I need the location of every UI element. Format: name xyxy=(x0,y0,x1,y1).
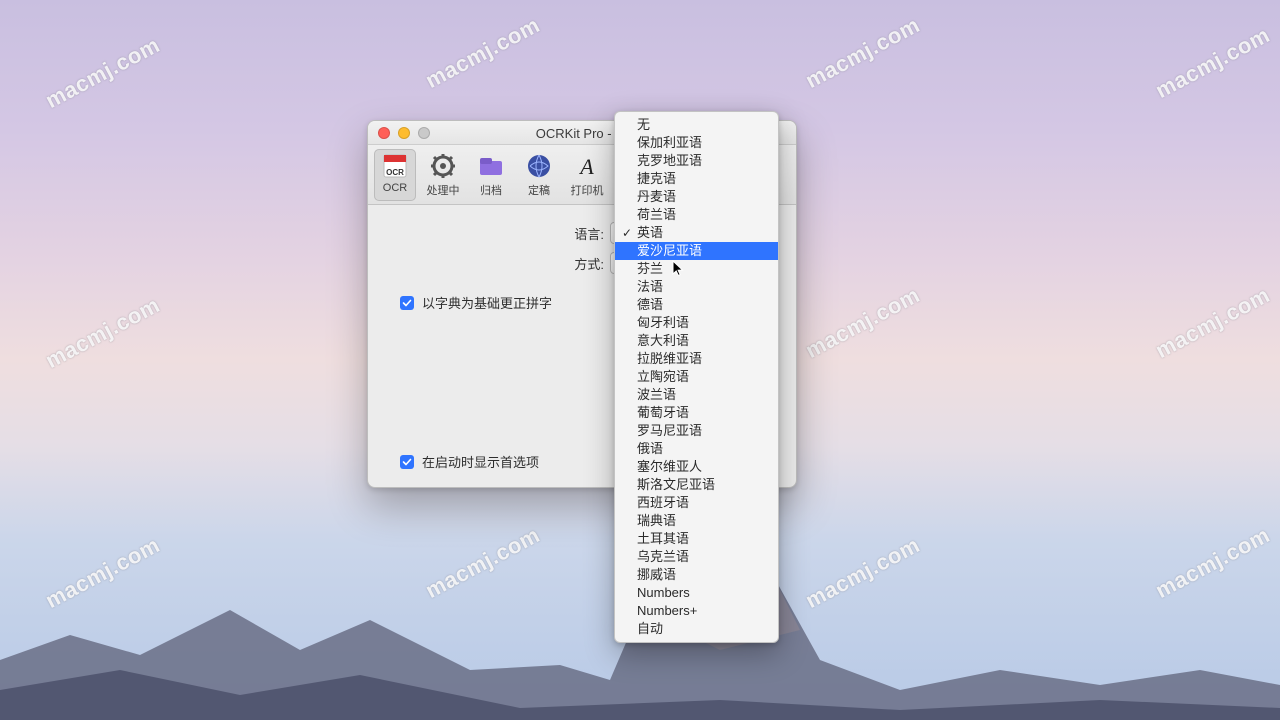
dropdown-item[interactable]: 瑞典语 xyxy=(615,512,778,530)
toolbar-printer[interactable]: A 打印机 xyxy=(566,149,608,201)
watermark-text: macmj.com xyxy=(801,282,924,364)
watermark-text: macmj.com xyxy=(41,532,164,614)
dropdown-item[interactable]: 塞尔维亚人 xyxy=(615,458,778,476)
dropdown-item[interactable]: 乌克兰语 xyxy=(615,548,778,566)
watermark-text: macmj.com xyxy=(421,522,544,604)
dropdown-item[interactable]: 立陶宛语 xyxy=(615,368,778,386)
language-label: 语言: xyxy=(574,224,604,243)
dict-checkbox-label: 以字典为基础更正拼字 xyxy=(422,293,552,312)
watermark-text: macmj.com xyxy=(801,532,924,614)
dropdown-item[interactable]: 俄语 xyxy=(615,440,778,458)
dropdown-item[interactable]: 西班牙语 xyxy=(615,494,778,512)
archive-icon xyxy=(476,151,506,181)
watermark-text: macmj.com xyxy=(41,32,164,114)
printer-icon: A xyxy=(572,151,602,181)
method-label: 方式: xyxy=(574,254,604,273)
toolbar-process[interactable]: 处理中 xyxy=(422,149,464,201)
dropdown-item[interactable]: 无 xyxy=(615,116,778,134)
dropdown-item[interactable]: 英语 xyxy=(615,224,778,242)
dict-checkbox[interactable] xyxy=(400,296,414,310)
dropdown-item[interactable]: 葡萄牙语 xyxy=(615,404,778,422)
dropdown-item[interactable]: Numbers+ xyxy=(615,602,778,620)
dropdown-item[interactable]: 芬兰 xyxy=(615,260,778,278)
toolbar-label: 打印机 xyxy=(571,182,604,198)
show-prefs-checkbox-label: 在启动时显示首选项 xyxy=(422,452,539,471)
toolbar-final[interactable]: 定稿 xyxy=(518,149,560,201)
svg-text:OCR: OCR xyxy=(386,168,404,177)
close-button[interactable] xyxy=(378,127,390,139)
toolbar-ocr[interactable]: OCR OCR xyxy=(374,149,416,201)
dropdown-item[interactable]: 捷克语 xyxy=(615,170,778,188)
dropdown-item[interactable]: 爱沙尼亚语 xyxy=(615,242,778,260)
toolbar-label: 处理中 xyxy=(427,182,460,198)
process-icon xyxy=(428,151,458,181)
dropdown-item[interactable]: 法语 xyxy=(615,278,778,296)
dropdown-item[interactable]: 匈牙利语 xyxy=(615,314,778,332)
watermark-text: macmj.com xyxy=(421,12,544,94)
dropdown-item[interactable]: 意大利语 xyxy=(615,332,778,350)
desktop-wallpaper: macmj.com macmj.com macmj.com macmj.com macm… xyxy=(0,0,1280,720)
dropdown-item[interactable]: 挪威语 xyxy=(615,566,778,584)
dropdown-item[interactable]: 拉脱维亚语 xyxy=(615,350,778,368)
minimize-button[interactable] xyxy=(398,127,410,139)
watermark-text: macmj.com xyxy=(1151,22,1274,104)
dropdown-item[interactable]: 斯洛文尼亚语 xyxy=(615,476,778,494)
dropdown-item[interactable]: 波兰语 xyxy=(615,386,778,404)
toolbar-label: OCR xyxy=(383,182,407,194)
zoom-button[interactable] xyxy=(418,127,430,139)
watermark-text: macmj.com xyxy=(801,12,924,94)
show-prefs-checkbox[interactable] xyxy=(400,455,414,469)
dropdown-item[interactable]: 荷兰语 xyxy=(615,206,778,224)
ocr-icon: OCR xyxy=(380,151,410,181)
watermark-text: macmj.com xyxy=(41,292,164,374)
dropdown-item[interactable]: 德语 xyxy=(615,296,778,314)
toolbar-label: 定稿 xyxy=(528,182,550,198)
dropdown-item[interactable]: 克罗地亚语 xyxy=(615,152,778,170)
dropdown-item[interactable]: Numbers xyxy=(615,584,778,602)
dropdown-item[interactable]: 丹麦语 xyxy=(615,188,778,206)
dropdown-item[interactable]: 土耳其语 xyxy=(615,530,778,548)
watermark-text: macmj.com xyxy=(1151,282,1274,364)
svg-text:A: A xyxy=(578,154,594,179)
language-dropdown-menu[interactable]: 无保加利亚语克罗地亚语捷克语丹麦语荷兰语英语爱沙尼亚语芬兰法语德语匈牙利语意大利… xyxy=(614,111,779,643)
toolbar-archive[interactable]: 归档 xyxy=(470,149,512,201)
dropdown-item[interactable]: 罗马尼亚语 xyxy=(615,422,778,440)
final-icon xyxy=(524,151,554,181)
toolbar-label: 归档 xyxy=(480,182,502,198)
dropdown-item[interactable]: 自动 xyxy=(615,620,778,638)
dropdown-item[interactable]: 保加利亚语 xyxy=(615,134,778,152)
watermark-text: macmj.com xyxy=(1151,522,1274,604)
